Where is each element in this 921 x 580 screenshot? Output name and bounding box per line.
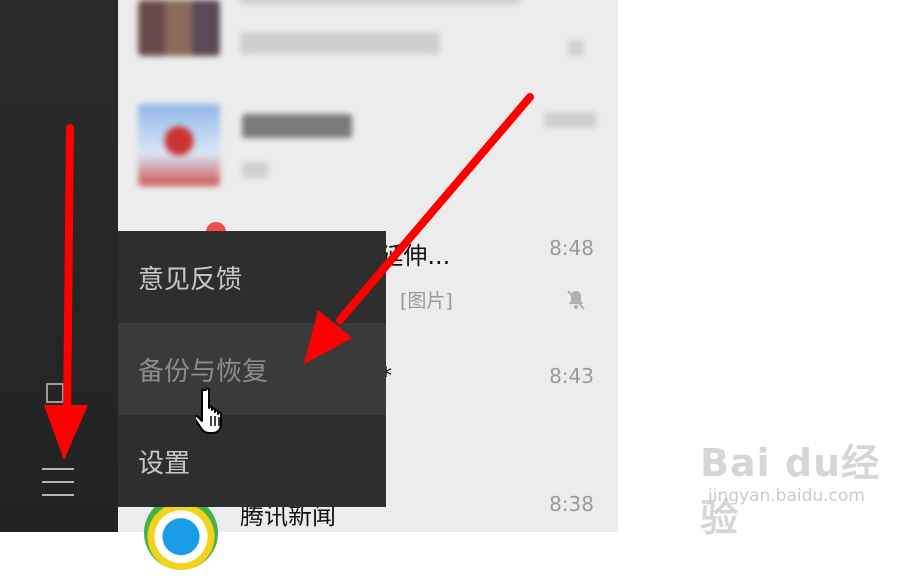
- chat-preview-blurred: [240, 32, 440, 54]
- chat-time-blurred: [544, 112, 596, 128]
- chat-title-blurred: [240, 0, 520, 4]
- chat-title-blurred: [242, 114, 352, 138]
- chat-time: 8:43: [549, 364, 594, 388]
- file-icon[interactable]: [45, 383, 65, 403]
- menu-item-label: 备份与恢复: [138, 357, 269, 387]
- menu-item-backup-restore[interactable]: 备份与恢复: [118, 323, 386, 415]
- hamburger-menu-icon[interactable]: [41, 465, 75, 499]
- menu-item-feedback[interactable]: 意见反馈: [118, 231, 386, 323]
- baidu-jingyan-watermark: Bai du经验 jingyan.baidu.com: [700, 432, 910, 540]
- mute-icon: [568, 40, 584, 56]
- sidebar: [0, 0, 118, 532]
- tencent-news-avatar: [144, 496, 218, 570]
- chat-item[interactable]: [118, 0, 618, 64]
- chat-time: 8:38: [549, 492, 594, 516]
- menu-item-label: 设置: [138, 449, 191, 479]
- chat-preview-blurred: [242, 162, 268, 178]
- avatar: [138, 104, 220, 186]
- chat-item[interactable]: [118, 100, 618, 212]
- menu-item-label: 意见反馈: [138, 265, 243, 295]
- chat-preview: [图片]: [400, 290, 453, 312]
- menu-item-settings[interactable]: 设置: [118, 415, 386, 507]
- watermark-url: jingyan.baidu.com: [708, 486, 865, 506]
- avatar: [138, 0, 220, 56]
- settings-popup-menu: 意见反馈 备份与恢复 设置: [118, 231, 386, 507]
- bell-slash-icon: [567, 290, 585, 310]
- chat-time: 8:48: [549, 236, 594, 260]
